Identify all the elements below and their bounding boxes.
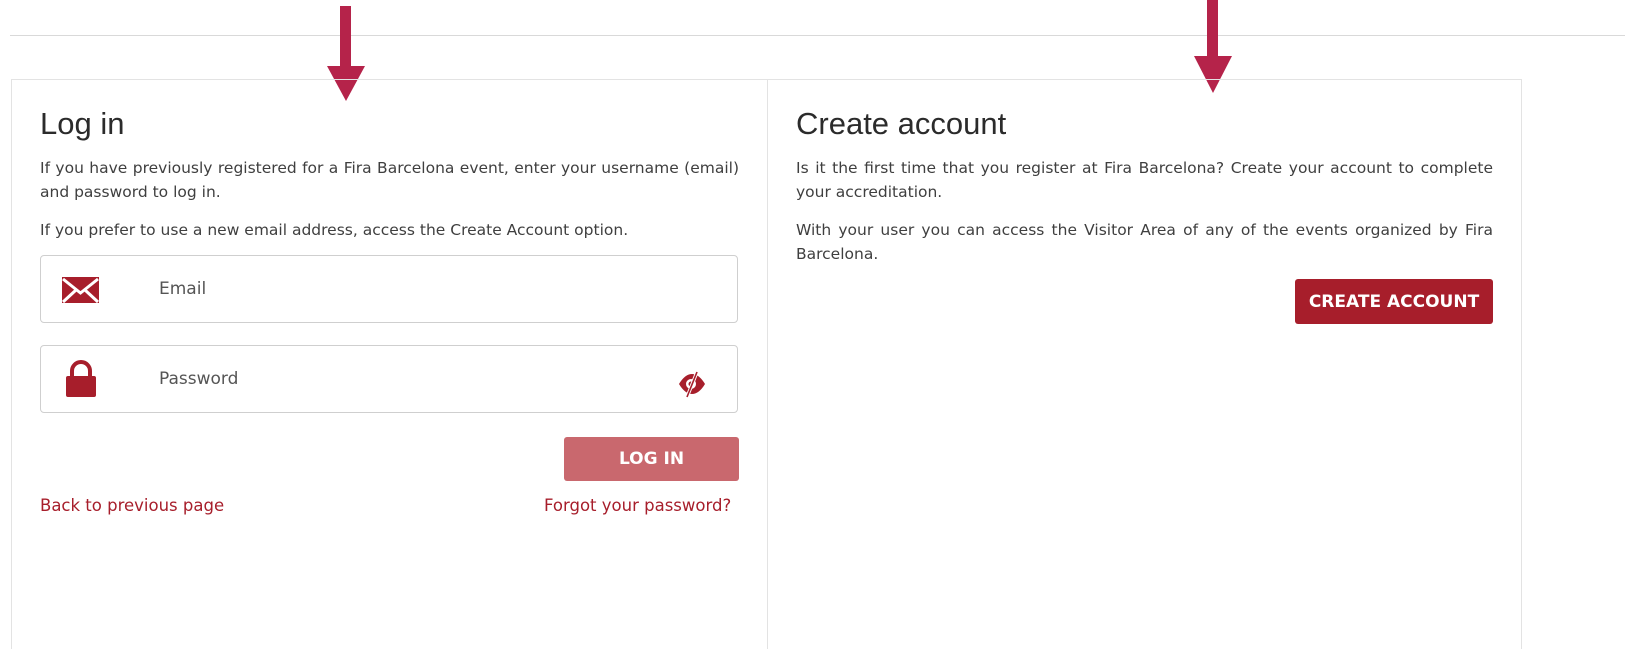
eye-slash-icon[interactable] bbox=[677, 370, 707, 398]
email-input[interactable] bbox=[159, 272, 639, 306]
create-account-button[interactable]: CREATE ACCOUNT bbox=[1295, 279, 1493, 324]
create-account-intro-secondary: With your user you can access the Visito… bbox=[796, 221, 1493, 263]
password-field[interactable] bbox=[40, 345, 738, 413]
envelope-icon bbox=[61, 273, 101, 307]
top-divider bbox=[10, 35, 1625, 36]
lock-icon bbox=[61, 360, 101, 397]
back-link[interactable]: Back to previous page bbox=[40, 496, 224, 515]
login-button[interactable]: LOG IN bbox=[564, 437, 739, 481]
login-intro-secondary: If you prefer to use a new email address… bbox=[40, 221, 629, 239]
create-account-intro: Is it the first time that you register a… bbox=[796, 159, 1493, 201]
login-title: Log in bbox=[40, 106, 125, 141]
panel-divider bbox=[767, 79, 768, 649]
email-field[interactable] bbox=[40, 255, 738, 323]
login-intro: If you have previously registered for a … bbox=[40, 159, 739, 201]
password-input[interactable] bbox=[159, 362, 639, 396]
forgot-password-link[interactable]: Forgot your password? bbox=[544, 496, 731, 515]
create-account-title: Create account bbox=[796, 106, 1007, 141]
